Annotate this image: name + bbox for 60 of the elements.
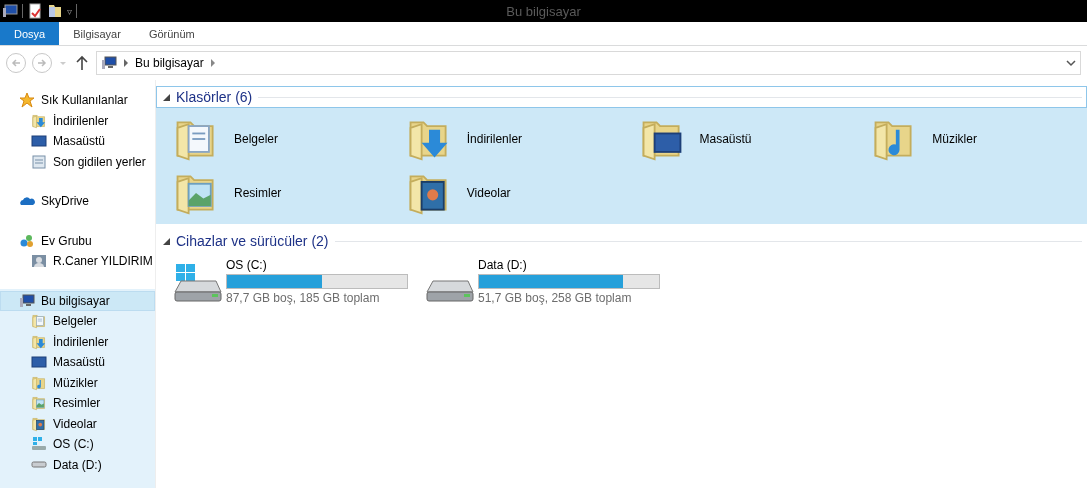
nav-item[interactable]: Son gidilen yerler bbox=[0, 151, 155, 172]
customize-toolbar-button[interactable]: ▿ bbox=[67, 5, 72, 17]
collapse-triangle-icon[interactable] bbox=[163, 93, 170, 101]
nav-item[interactable]: Masaüstü bbox=[0, 131, 155, 152]
nav-item[interactable]: İndirilenler bbox=[0, 331, 155, 352]
download-folder-icon bbox=[31, 333, 47, 350]
nav-item[interactable]: Data (D:) bbox=[0, 454, 155, 475]
hard-drive-icon bbox=[426, 279, 474, 302]
recent-places-icon bbox=[31, 153, 47, 170]
ribbon-tab[interactable]: Görünüm bbox=[134, 22, 209, 45]
desktop-icon bbox=[31, 354, 47, 371]
drive-item[interactable]: Data (D:) 51,7 GB boş, 258 GB toplam bbox=[424, 256, 662, 307]
back-arrow-icon bbox=[10, 57, 22, 69]
computer-icon bbox=[19, 292, 35, 309]
windows-drive-icon bbox=[174, 261, 222, 302]
forward-arrow-icon bbox=[36, 57, 48, 69]
window-title: Bu bilgisayar bbox=[506, 3, 581, 19]
document-folder-icon bbox=[31, 313, 47, 330]
drive-item[interactable]: OS (C:) 87,7 GB boş, 185 GB toplam bbox=[172, 256, 410, 307]
collapse-triangle-icon[interactable] bbox=[163, 237, 170, 245]
windows-drive-icon bbox=[31, 436, 47, 453]
nav-item[interactable]: Belgeler bbox=[0, 311, 155, 332]
computer-icon bbox=[101, 55, 117, 71]
download-folder-icon bbox=[31, 112, 47, 129]
picture-folder-icon bbox=[31, 395, 47, 412]
video-folder-icon bbox=[31, 415, 47, 432]
ribbon-tab[interactable]: Dosya bbox=[0, 22, 60, 45]
star-icon bbox=[19, 92, 35, 109]
new-folder-icon[interactable] bbox=[47, 3, 63, 19]
user-icon bbox=[31, 253, 47, 270]
nav-item[interactable]: Masaüstü bbox=[0, 352, 155, 373]
drive-name: OS (C:) bbox=[226, 258, 268, 272]
drive-space-text: 51,7 GB boş, 258 GB toplam bbox=[478, 291, 633, 305]
drive-name: Data (D:) bbox=[478, 258, 528, 272]
nav-item[interactable]: Müzikler bbox=[0, 372, 155, 393]
nav-item[interactable]: Bu bilgisayar bbox=[0, 290, 155, 311]
address-bar[interactable]: Bu bilgisayar bbox=[96, 51, 1081, 75]
nav-item[interactable]: SkyDrive bbox=[0, 191, 155, 212]
nav-item[interactable]: Sık Kullanılanlar bbox=[0, 90, 155, 111]
drive-icon bbox=[31, 461, 47, 469]
nav-item[interactable]: Videolar bbox=[0, 413, 155, 434]
nav-item[interactable]: R.Caner YILDIRIM bbox=[0, 251, 155, 272]
computer-icon[interactable] bbox=[2, 3, 18, 19]
group-header[interactable]: Klasörler (6) bbox=[156, 86, 1087, 108]
up-arrow-icon[interactable] bbox=[74, 54, 90, 72]
nav-item[interactable]: İndirilenler bbox=[0, 110, 155, 131]
properties-icon[interactable] bbox=[27, 3, 43, 19]
group-header[interactable]: Cihazlar ve sürücüler (2) bbox=[156, 230, 1087, 252]
network-icon bbox=[19, 232, 35, 249]
breadcrumb[interactable]: Bu bilgisayar bbox=[135, 56, 204, 70]
ribbon-tab[interactable]: Bilgisayar bbox=[59, 22, 135, 45]
nav-item[interactable]: OS (C:) bbox=[0, 434, 155, 455]
drive-space-text: 87,7 GB boş, 185 GB toplam bbox=[226, 291, 381, 305]
nav-item[interactable]: Ev Grubu bbox=[0, 230, 155, 251]
breadcrumb-arrow-icon[interactable] bbox=[209, 59, 216, 67]
desktop-icon bbox=[31, 133, 47, 150]
breadcrumb-arrow-icon[interactable] bbox=[123, 59, 129, 67]
chevron-down-icon bbox=[1066, 59, 1076, 67]
music-folder-icon bbox=[31, 374, 47, 391]
nav-item[interactable]: Resimler bbox=[0, 393, 155, 414]
